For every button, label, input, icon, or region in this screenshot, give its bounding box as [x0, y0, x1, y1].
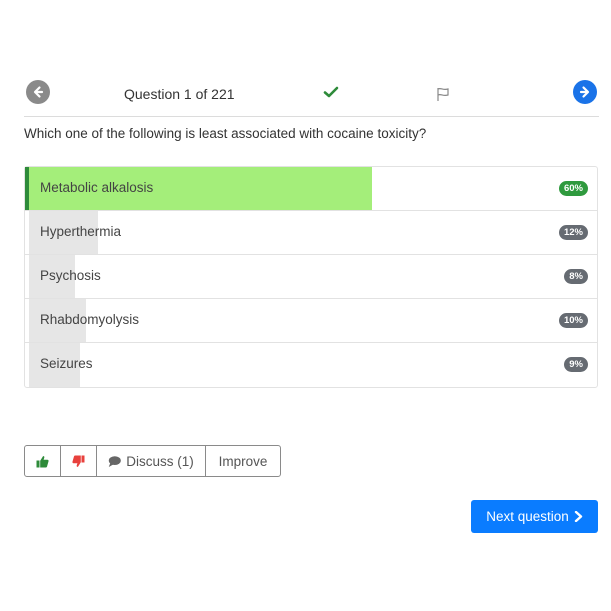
improve-label: Improve [218, 453, 268, 469]
answer-option[interactable]: Seizures 9% [25, 343, 597, 387]
next-question-button[interactable]: Next question [471, 500, 598, 533]
answer-option[interactable]: Rhabdomyolysis 10% [25, 299, 597, 343]
discuss-label: Discuss (1) [126, 453, 194, 469]
answer-label: Seizures [40, 356, 93, 371]
question-nav: Question 1 of 221 [24, 78, 599, 117]
answer-list: Metabolic alkalosis 60% Hyperthermia 12%… [24, 166, 598, 388]
improve-button[interactable]: Improve [206, 446, 280, 476]
comment-icon [109, 455, 122, 467]
flag-icon[interactable] [435, 86, 451, 102]
downvote-button[interactable] [61, 446, 97, 476]
question-page: Question 1 of 221 Which one of the follo… [0, 0, 611, 611]
discuss-button[interactable]: Discuss (1) [97, 446, 206, 476]
previous-question-button[interactable] [26, 80, 50, 104]
question-counter: Question 1 of 221 [124, 86, 235, 102]
answer-percent-badge: 9% [564, 357, 588, 372]
upvote-button[interactable] [25, 446, 61, 476]
thumbs-up-icon [36, 455, 49, 467]
answer-label: Psychosis [40, 268, 101, 283]
answer-percent-badge: 60% [558, 181, 588, 196]
answer-label: Hyperthermia [40, 224, 122, 239]
thumbs-down-icon [72, 455, 85, 467]
answer-label: Metabolic alkalosis [40, 180, 154, 195]
answer-percent-badge: 12% [558, 225, 588, 240]
answer-option[interactable]: Psychosis 8% [25, 255, 597, 299]
arrow-right-icon [579, 86, 590, 98]
next-question-label: Next question [486, 509, 569, 524]
chevron-right-icon [574, 511, 582, 522]
answer-option[interactable]: Hyperthermia 12% [25, 211, 597, 255]
question-text: Which one of the following is least asso… [24, 126, 427, 141]
answer-percent-badge: 8% [564, 269, 588, 284]
check-icon [323, 86, 339, 98]
answer-option[interactable]: Metabolic alkalosis 60% [25, 167, 597, 211]
arrow-left-icon [33, 86, 44, 98]
answer-label: Rhabdomyolysis [40, 312, 140, 327]
answer-percent-badge: 10% [558, 313, 588, 328]
feedback-button-group: Discuss (1) Improve [24, 445, 281, 477]
next-question-arrow-button[interactable] [573, 80, 597, 104]
